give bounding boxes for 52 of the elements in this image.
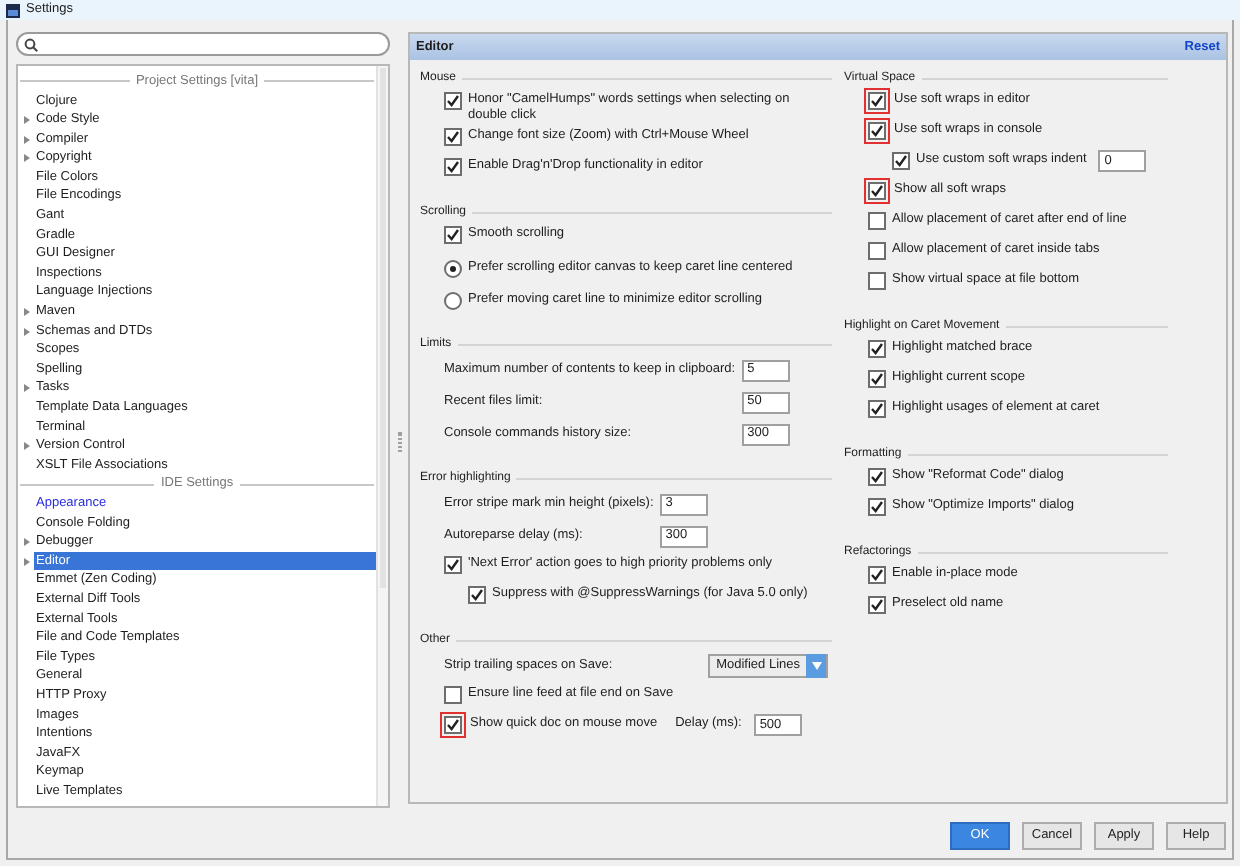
checkmark-icon	[870, 598, 884, 612]
checkbox[interactable]	[444, 686, 462, 704]
search-icon	[24, 37, 38, 51]
checkbox[interactable]	[868, 340, 886, 358]
search-field[interactable]	[16, 32, 390, 56]
expand-arrow-icon[interactable]	[23, 538, 29, 547]
checkmark-icon	[446, 94, 460, 108]
checkmark-icon	[870, 124, 884, 138]
checkbox[interactable]	[868, 272, 886, 290]
checkbox[interactable]	[868, 400, 886, 418]
checkmark-icon	[870, 342, 884, 356]
radio-button[interactable]	[444, 291, 462, 309]
dropdown-arrow-icon	[811, 662, 821, 670]
checkbox[interactable]	[868, 498, 886, 516]
expand-arrow-icon[interactable]	[23, 327, 29, 336]
checkbox[interactable]	[868, 468, 886, 486]
radio-button[interactable]	[444, 259, 462, 277]
checkmark-icon	[870, 372, 884, 386]
checkbox[interactable]	[444, 226, 462, 244]
checkmark-icon	[870, 470, 884, 484]
checkbox[interactable]	[868, 596, 886, 614]
checkmark-icon	[870, 184, 884, 198]
checkmark-icon	[870, 402, 884, 416]
checkbox[interactable]	[444, 158, 462, 176]
scrollbar[interactable]	[376, 66, 388, 806]
checkbox[interactable]	[444, 128, 462, 146]
checkbox[interactable]	[444, 92, 462, 110]
expand-arrow-icon[interactable]	[23, 384, 29, 393]
checkbox[interactable]	[868, 242, 886, 260]
checkbox[interactable]	[868, 212, 886, 230]
checkmark-icon	[894, 154, 908, 168]
expand-arrow-icon[interactable]	[23, 135, 29, 144]
checkmark-icon	[470, 588, 484, 602]
expand-arrow-icon[interactable]	[23, 307, 29, 316]
expand-arrow-icon[interactable]	[23, 442, 29, 451]
checkmark-icon	[446, 130, 460, 144]
checkmark-icon	[870, 500, 884, 514]
checkmark-icon	[446, 228, 460, 242]
expand-arrow-icon[interactable]	[23, 557, 29, 566]
checkbox[interactable]	[468, 586, 486, 604]
checkmark-icon	[870, 568, 884, 582]
expand-arrow-icon[interactable]	[23, 154, 29, 163]
checkbox[interactable]	[868, 566, 886, 584]
app-icon	[6, 3, 20, 17]
checkmark-icon	[446, 718, 460, 732]
checkmark-icon	[446, 558, 460, 572]
checkmark-icon	[870, 94, 884, 108]
checkbox[interactable]	[892, 152, 910, 170]
expand-arrow-icon[interactable]	[23, 115, 29, 124]
checkbox[interactable]	[444, 556, 462, 574]
checkmark-icon	[446, 160, 460, 174]
checkbox[interactable]	[868, 370, 886, 388]
